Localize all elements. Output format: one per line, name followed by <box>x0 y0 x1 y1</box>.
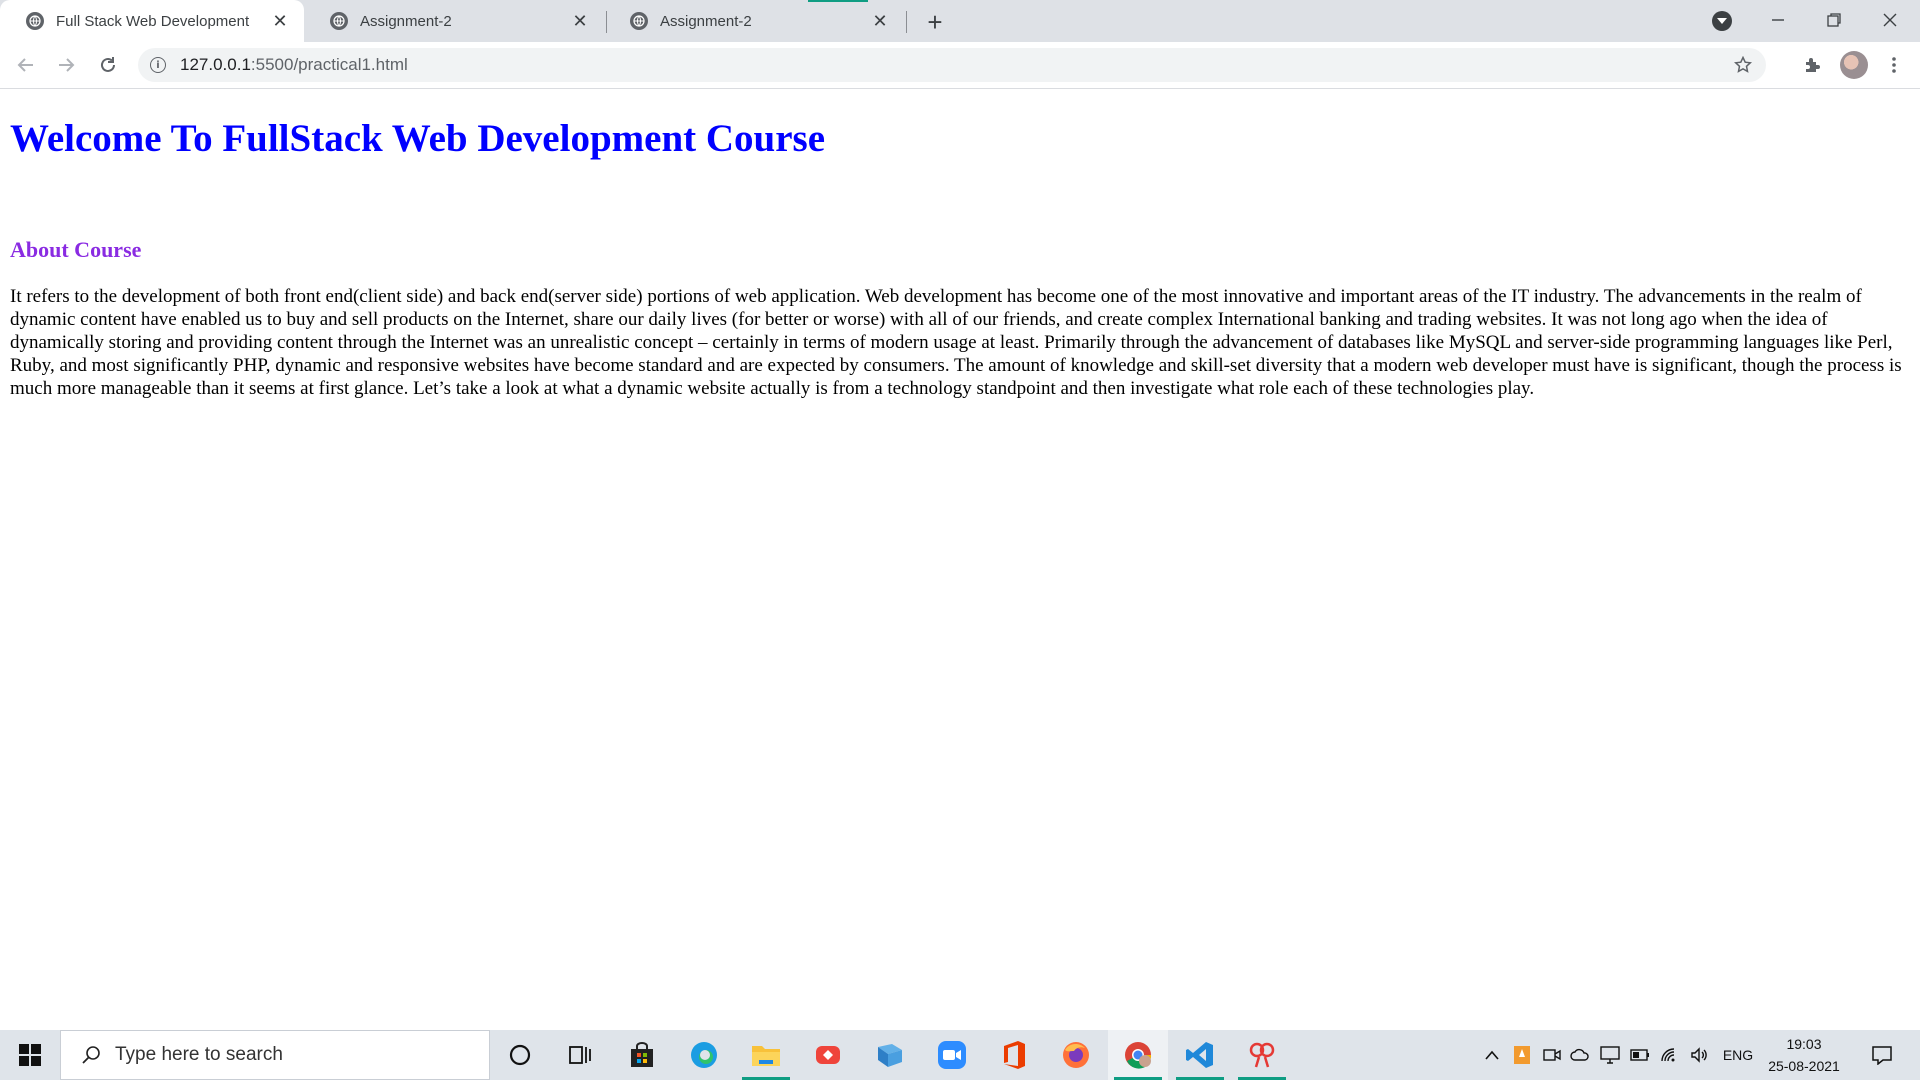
tab-title: Full Stack Web Development <box>56 12 250 30</box>
zoom-icon[interactable] <box>922 1030 982 1080</box>
close-icon[interactable]: ✕ <box>570 11 590 31</box>
firefox-icon[interactable] <box>1046 1030 1106 1080</box>
restore-icon[interactable] <box>1806 0 1862 40</box>
globe-icon <box>330 12 348 30</box>
bookmark-star-icon[interactable] <box>1732 54 1754 76</box>
store-icon[interactable] <box>612 1030 672 1080</box>
course-paragraph: It refers to the development of both fro… <box>10 286 1902 399</box>
page-viewport: Welcome To FullStack Web Development Cou… <box>0 89 1920 1029</box>
browser-toolbar: i 127.0.0.1:5500/practical1.html <box>0 42 1920 89</box>
tab-assignment-2-a[interactable]: Assignment-2 ✕ <box>304 0 604 42</box>
taskbar-search-box[interactable]: Type here to search <box>60 1030 490 1080</box>
globe-icon <box>26 12 44 30</box>
tab-separator <box>906 11 907 33</box>
windows-start-icon[interactable] <box>0 1030 60 1080</box>
tray-app-icon[interactable] <box>1510 1030 1534 1080</box>
office-icon[interactable] <box>984 1030 1044 1080</box>
url-host: 127.0.0.1 <box>180 55 251 74</box>
clock-time: 19:03 <box>1786 1036 1822 1052</box>
address-bar[interactable]: i 127.0.0.1:5500/practical1.html <box>138 48 1766 82</box>
search-icon <box>79 1043 103 1067</box>
file-explorer-icon[interactable] <box>736 1030 796 1080</box>
notifications-icon[interactable] <box>1862 1030 1902 1080</box>
clock-date: 25-08-2021 <box>1768 1058 1840 1074</box>
section-heading: About Course <box>10 237 142 262</box>
forward-icon[interactable] <box>50 49 82 81</box>
chrome-icon[interactable] <box>1108 1030 1168 1080</box>
loading-indicator <box>808 0 868 2</box>
search-placeholder: Type here to search <box>115 1044 283 1065</box>
url-text: 127.0.0.1:5500/practical1.html <box>180 55 408 75</box>
extensions-icon[interactable] <box>1796 49 1828 81</box>
menu-kebab-icon[interactable] <box>1878 49 1910 81</box>
volume-icon[interactable] <box>1688 1030 1712 1080</box>
close-icon[interactable]: ✕ <box>870 11 890 31</box>
url-path: :5500/practical1.html <box>250 55 408 74</box>
task-view-icon[interactable] <box>550 1030 610 1080</box>
tab-full-stack[interactable]: Full Stack Web Development ✕ <box>0 0 304 42</box>
anydesk-icon[interactable] <box>798 1030 858 1080</box>
back-icon[interactable] <box>10 49 42 81</box>
globe-icon <box>630 12 648 30</box>
cloud-sync-icon[interactable] <box>1568 1030 1592 1080</box>
reload-icon[interactable] <box>92 49 124 81</box>
monitor-icon[interactable] <box>1598 1030 1622 1080</box>
profile-avatar[interactable] <box>1840 51 1868 79</box>
wifi-icon[interactable] <box>1658 1030 1682 1080</box>
battery-icon[interactable] <box>1628 1030 1652 1080</box>
tab-search-icon[interactable] <box>1712 11 1732 31</box>
window-close-icon[interactable] <box>1862 0 1918 40</box>
tab-title: Assignment-2 <box>360 12 452 30</box>
tab-assignment-2-b[interactable]: Assignment-2 ✕ <box>604 0 904 42</box>
vscode-icon[interactable] <box>1170 1030 1230 1080</box>
close-icon[interactable]: ✕ <box>270 11 290 31</box>
camera-icon[interactable] <box>1540 1030 1564 1080</box>
minimize-icon[interactable] <box>1750 0 1806 40</box>
files-icon[interactable] <box>860 1030 920 1080</box>
windows-taskbar: Type here to search ENG 19:03 25-08-2021 <box>0 1030 1920 1080</box>
edge-icon[interactable] <box>674 1030 734 1080</box>
tab-title: Assignment-2 <box>660 12 752 30</box>
chevron-up-icon[interactable] <box>1480 1030 1504 1080</box>
site-info-icon[interactable]: i <box>150 57 166 73</box>
new-tab-button[interactable]: + <box>918 7 952 37</box>
cortana-icon[interactable] <box>490 1030 550 1080</box>
language-indicator[interactable]: ENG <box>1718 1030 1758 1080</box>
tab-strip: Full Stack Web Development ✕ Assignment-… <box>0 0 1920 42</box>
page-heading: Welcome To FullStack Web Development Cou… <box>10 117 826 160</box>
clock[interactable]: 19:03 25-08-2021 <box>1760 1034 1848 1076</box>
paint-icon[interactable] <box>1232 1030 1292 1080</box>
